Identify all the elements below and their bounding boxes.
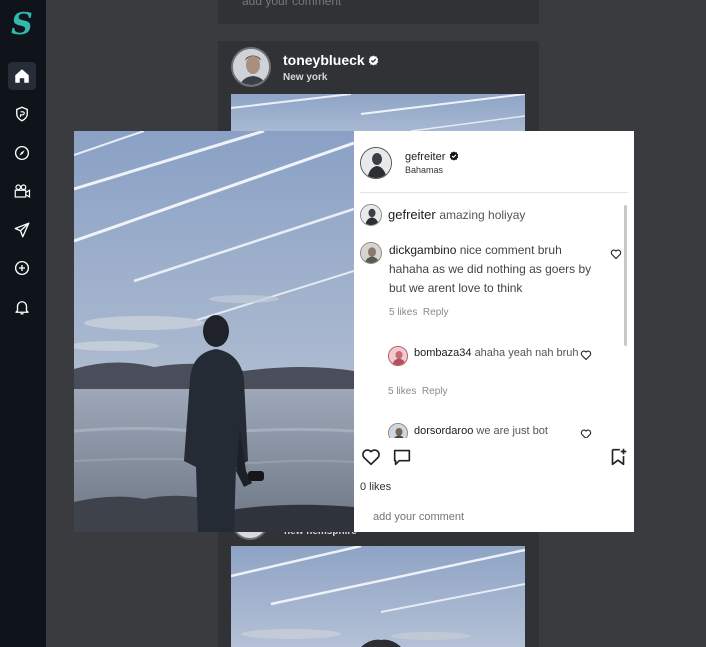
- reply-button[interactable]: Reply: [422, 386, 448, 397]
- reply-button[interactable]: Reply: [423, 307, 449, 318]
- avatar[interactable]: [388, 423, 408, 438]
- heart-icon[interactable]: [610, 248, 622, 260]
- avatar[interactable]: [231, 47, 271, 87]
- avatar[interactable]: [360, 147, 392, 179]
- sky-photo: [231, 546, 525, 647]
- post-actions: [360, 446, 629, 468]
- home-icon: [15, 69, 29, 83]
- comment-text: ahaha yeah nah bruh: [474, 347, 579, 359]
- shield-icon: [16, 106, 28, 122]
- heart-icon[interactable]: [580, 349, 592, 361]
- modal-author-header: gefreiter Bahamas: [360, 147, 459, 179]
- avatar[interactable]: [360, 204, 382, 226]
- nav-home[interactable]: [8, 62, 36, 90]
- feed-post-header: toneyblueck New york: [231, 47, 379, 87]
- post-location[interactable]: New york: [283, 72, 379, 83]
- modal-author-location[interactable]: Bahamas: [405, 165, 459, 175]
- nav-notifications[interactable]: [8, 293, 36, 321]
- heart-icon[interactable]: [580, 428, 592, 438]
- comment-text: we are just bot: [476, 425, 548, 437]
- comment-username[interactable]: dorsordaroo: [414, 425, 473, 437]
- post-username[interactable]: toneyblueck: [283, 52, 365, 68]
- send-icon: [14, 222, 30, 238]
- plus-circle-icon: [14, 260, 30, 276]
- bell-icon: [15, 301, 29, 315]
- modal-details-panel: gefreiter Bahamas gefreiter amazing holi…: [354, 131, 634, 532]
- comment-likes[interactable]: 5 likes: [388, 386, 416, 397]
- comment-item: dickgambino nice comment bruh hahaha as …: [360, 241, 624, 321]
- nav-reels[interactable]: [8, 177, 36, 205]
- app-logo[interactable]: S: [10, 8, 34, 42]
- nav-explore[interactable]: [8, 139, 36, 167]
- comment-input[interactable]: [373, 510, 613, 524]
- video-camera-icon: [14, 184, 31, 199]
- verified-badge-icon: [368, 54, 378, 66]
- person-avatar-icon: [361, 205, 381, 225]
- compass-icon: [14, 145, 30, 161]
- modal-post-image[interactable]: [74, 131, 354, 532]
- nav-create[interactable]: [8, 254, 36, 282]
- feed-post-image[interactable]: [231, 94, 525, 131]
- person-avatar-icon: [389, 424, 407, 438]
- verified-badge-icon: [450, 151, 459, 161]
- reply-item: bombaza34 ahaha yeah nah bruh 5 likes Re…: [388, 343, 624, 403]
- comment-username[interactable]: dickgambino: [389, 243, 456, 257]
- bookmark-add-icon[interactable]: [607, 446, 629, 468]
- likes-count[interactable]: 0 likes: [360, 481, 391, 493]
- caption-username[interactable]: gefreiter: [388, 207, 436, 222]
- nav-shield[interactable]: [8, 100, 36, 128]
- person-avatar-icon: [361, 148, 391, 178]
- caption-row: gefreiter amazing holiyay: [360, 203, 620, 229]
- caption-text: amazing holiyay: [439, 208, 526, 222]
- reply-item: dorsordaroo we are just bot: [388, 421, 624, 438]
- avatar[interactable]: [360, 242, 382, 264]
- sidebar: S: [0, 0, 46, 647]
- modal-author-username[interactable]: gefreiter: [405, 151, 445, 163]
- comment-icon[interactable]: [391, 446, 413, 468]
- comment-likes[interactable]: 5 likes: [389, 307, 417, 318]
- avatar[interactable]: [388, 346, 408, 366]
- previous-post-comment-placeholder[interactable]: add your comment: [242, 0, 341, 8]
- nav-messages[interactable]: [8, 216, 36, 244]
- sky-photo: [231, 94, 525, 131]
- comments-scrollbar[interactable]: [624, 205, 627, 346]
- like-heart-icon[interactable]: [360, 446, 382, 468]
- person-avatar-icon: [389, 347, 407, 365]
- next-post-image[interactable]: [231, 546, 525, 647]
- comments-list[interactable]: gefreiter amazing holiyay dickgambino ni…: [354, 193, 624, 438]
- comment-username[interactable]: bombaza34: [414, 347, 472, 359]
- post-modal: gefreiter Bahamas gefreiter amazing holi…: [74, 131, 634, 532]
- person-avatar-icon: [361, 243, 381, 263]
- person-avatar-icon: [233, 49, 269, 85]
- man-at-lake-photo: [74, 131, 354, 532]
